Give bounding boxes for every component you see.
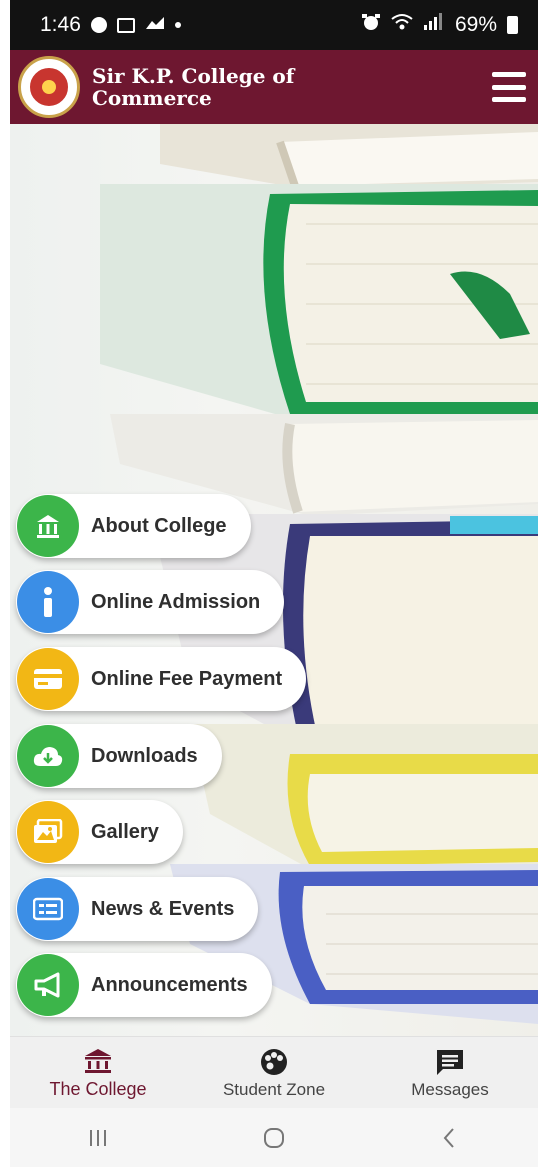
menu-item-label: Gallery — [91, 820, 159, 843]
palette-icon — [259, 1046, 289, 1078]
info-icon — [17, 571, 79, 633]
signal-icon — [423, 13, 445, 37]
mail-notification-icon — [145, 13, 165, 37]
status-time: 1:46 — [40, 13, 81, 36]
bank-icon — [17, 495, 79, 557]
menu-item-label: News & Events — [91, 897, 235, 920]
college-logo — [18, 56, 80, 118]
news-icon — [17, 878, 79, 940]
cloud-download-icon — [17, 725, 79, 787]
menu-item-label: Online Fee Payment — [91, 667, 283, 690]
system-navigation-bar — [10, 1108, 538, 1167]
gallery-button[interactable]: Gallery — [16, 800, 183, 864]
tab-student-zone[interactable]: Student Zone — [194, 1046, 354, 1100]
back-button[interactable] — [420, 1118, 480, 1158]
menu-item-label: Announcements — [91, 973, 248, 996]
nav-label: The College — [49, 1079, 147, 1099]
status-right: 69% — [361, 12, 518, 38]
hamburger-menu-icon[interactable] — [492, 72, 526, 102]
nav-label: Messages — [411, 1079, 489, 1099]
battery-percent: 69% — [454, 13, 497, 36]
logo-emblem — [27, 65, 71, 109]
menu-item-label: Downloads — [91, 744, 198, 767]
gallery-notification-icon — [116, 17, 135, 33]
home-button[interactable] — [244, 1118, 304, 1158]
bottom-navigation: The College Student Zone Messages — [10, 1036, 538, 1108]
alarm-icon — [361, 12, 381, 38]
message-icon — [435, 1046, 465, 1078]
about-college-button[interactable]: About College — [16, 494, 251, 558]
online-fee-payment-button[interactable]: Online Fee Payment — [16, 647, 307, 711]
megaphone-icon — [17, 954, 79, 1016]
tab-the-college[interactable]: The College — [18, 1045, 178, 1100]
recent-apps-icon — [90, 1129, 106, 1146]
nav-label: Student Zone — [222, 1079, 326, 1099]
back-icon — [443, 1127, 454, 1148]
menu-item-label: Online Admission — [91, 590, 261, 613]
more-notifications-icon — [174, 22, 181, 28]
status-bar: 1:46 69% — [10, 0, 538, 50]
wifi-icon — [391, 13, 413, 37]
home-icon — [264, 1127, 284, 1148]
announcements-button[interactable]: Announcements — [16, 953, 272, 1017]
app-header: Sir K.P. College of Commerce — [10, 50, 538, 124]
news-events-button[interactable]: News & Events — [16, 877, 259, 941]
menu-item-label: About College — [91, 514, 227, 537]
tab-messages[interactable]: Messages — [370, 1046, 530, 1100]
image-icon — [17, 801, 79, 863]
card-icon — [17, 648, 79, 710]
college-name: Sir K.P. College of Commerce — [92, 64, 295, 110]
bank-icon — [83, 1045, 113, 1077]
recent-apps-button[interactable] — [68, 1118, 128, 1158]
app-frame: 1:46 69% Sir K.P. College of Commerce Ab… — [10, 0, 538, 1167]
battery-icon — [507, 16, 518, 34]
downloads-button[interactable]: Downloads — [16, 724, 222, 788]
online-admission-button[interactable]: Online Admission — [16, 570, 285, 634]
status-left: 1:46 — [40, 13, 181, 37]
notification-icon — [90, 17, 107, 33]
